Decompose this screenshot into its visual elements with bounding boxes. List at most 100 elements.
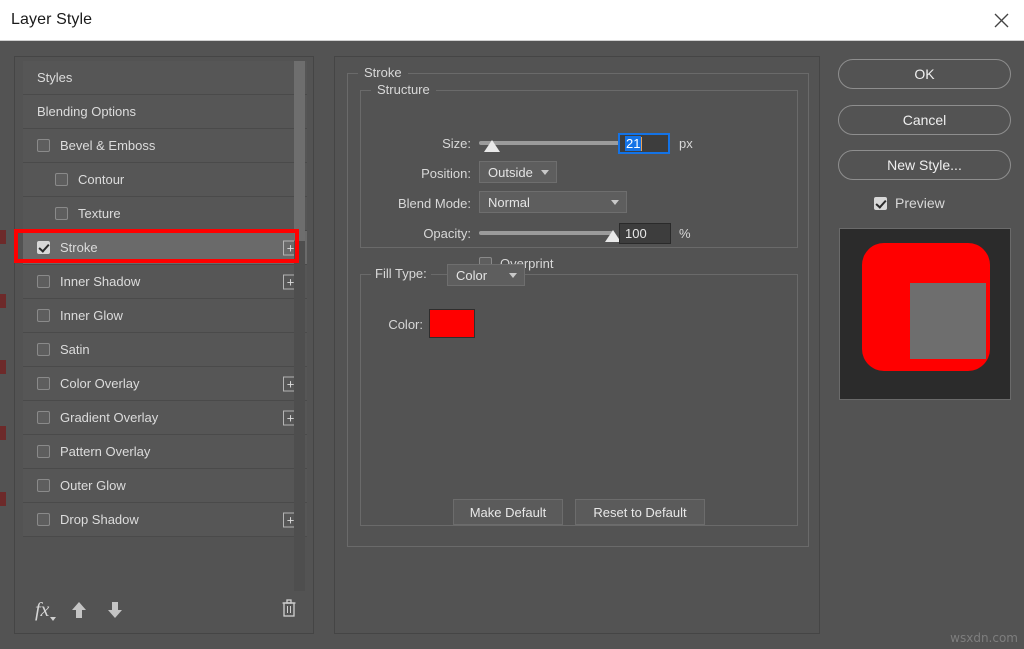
preview-thumbnail [839,228,1011,400]
move-up-button[interactable] [71,601,87,619]
sidebar-item-label: Pattern Overlay [60,444,150,459]
delete-effect-button[interactable] [281,599,297,622]
sidebar-item-label: Inner Shadow [60,274,140,289]
size-input[interactable]: 21 [618,133,670,154]
color-label: Color: [375,317,423,332]
preview-fill-shape [910,283,986,359]
sidebar-scrollbar-track[interactable] [294,61,305,591]
sidebar-item-label: Contour [78,172,124,187]
title-bar: Layer Style [0,0,1024,41]
arrow-down-icon [107,601,123,619]
sidebar-item-blending-options[interactable]: Blending Options [23,95,307,129]
sidebar-item-label: Drop Shadow [60,512,139,527]
sidebar-item-styles[interactable]: Styles [23,61,307,95]
fx-menu-button[interactable]: fx [35,599,49,622]
sidebar-item-satin[interactable]: Satin [23,333,307,367]
fill-type-value: Color [456,268,487,283]
stroke-group: Stroke Structure Size: 21 px Position: O… [347,73,809,547]
size-unit-label: px [679,136,693,151]
effect-checkbox[interactable] [37,343,50,356]
effect-checkbox[interactable] [37,479,50,492]
fx-icon: fx [35,599,49,622]
sidebar-item-inner-glow[interactable]: Inner Glow [23,299,307,333]
ok-button[interactable]: OK [838,59,1011,89]
edge-mark [0,426,6,440]
opacity-input-value: 100 [625,226,647,241]
effect-checkbox[interactable] [37,513,50,526]
effect-checkbox[interactable] [37,377,50,390]
blend-mode-label: Blend Mode: [369,196,471,211]
close-icon[interactable] [978,0,1024,40]
edge-mark [0,360,6,374]
fill-type-label: Fill Type: [375,266,427,281]
effect-checkbox[interactable] [37,309,50,322]
opacity-unit-label: % [679,226,691,241]
sidebar-item-label: Outer Glow [60,478,126,493]
chevron-down-icon [611,200,619,205]
opacity-label: Opacity: [391,226,471,241]
sidebar-item-bevel-emboss[interactable]: Bevel & Emboss [23,129,307,163]
size-slider-track[interactable] [479,141,627,145]
effect-checkbox[interactable] [37,275,50,288]
sidebar-item-color-overlay[interactable]: Color Overlay+ [23,367,307,401]
fill-type-title-wrap: Fill Type: [371,266,431,281]
sidebar-item-outer-glow[interactable]: Outer Glow [23,469,307,503]
sidebar-scrollbar-thumb[interactable] [294,61,305,241]
preview-checkbox[interactable] [874,197,887,210]
blend-mode-value: Normal [488,195,530,210]
sidebar-item-label: Gradient Overlay [60,410,158,425]
page-title: Layer Style [11,11,92,29]
preview-label: Preview [895,195,945,211]
fill-type-group: Fill Type: Color Color: [360,274,798,526]
make-default-button[interactable]: Make Default [453,499,563,525]
position-dropdown[interactable]: Outside [479,161,557,183]
watermark: wsxdn.com [950,631,1018,645]
sidebar-item-texture[interactable]: Texture [23,197,307,231]
sidebar-item-label: Styles [37,70,72,85]
effect-checkbox[interactable] [37,411,50,424]
chevron-down-icon [509,273,517,278]
stroke-group-title: Stroke [358,65,408,80]
styles-list[interactable]: Styles Blending Options Bevel & Emboss Cont… [23,61,307,591]
opacity-input[interactable]: 100 [619,223,671,244]
chevron-down-icon [541,170,549,175]
sidebar-item-drop-shadow[interactable]: Drop Shadow+ [23,503,307,537]
effect-checkbox[interactable] [55,173,68,186]
blend-mode-dropdown[interactable]: Normal [479,191,627,213]
sidebar-item-label: Inner Glow [60,308,123,323]
arrow-up-icon [71,601,87,619]
effect-checkbox[interactable] [37,139,50,152]
new-style-button[interactable]: New Style... [838,150,1011,180]
fill-type-dropdown[interactable]: Color [447,264,525,286]
reset-to-default-button[interactable]: Reset to Default [575,499,705,525]
sidebar-item-label: Texture [78,206,121,221]
preview-row: Preview [874,195,945,211]
sidebar-item-label: Stroke [60,240,98,255]
opacity-slider-track[interactable] [479,231,613,235]
edge-mark [0,294,6,308]
sidebar-item-label: Color Overlay [60,376,139,391]
edge-mark [0,492,6,506]
effect-checkbox[interactable] [55,207,68,220]
sidebar-item-stroke[interactable]: Stroke+ [23,231,307,265]
position-value: Outside [488,165,533,180]
size-input-value: 21 [625,136,641,151]
sidebar-item-contour[interactable]: Contour [23,163,307,197]
effect-checkbox[interactable] [37,241,50,254]
size-slider-thumb[interactable] [484,140,500,152]
sidebar-item-label: Bevel & Emboss [60,138,155,153]
preview-stroke-shape [862,243,990,371]
sidebar-item-pattern-overlay[interactable]: Pattern Overlay [23,435,307,469]
sidebar-item-label: Satin [60,342,90,357]
stroke-settings-panel: Stroke Structure Size: 21 px Position: O… [334,56,820,634]
size-label: Size: [401,136,471,151]
sidebar-item-gradient-overlay[interactable]: Gradient Overlay+ [23,401,307,435]
sidebar-toolbar: fx [23,593,307,627]
position-label: Position: [391,166,471,181]
styles-sidebar: Styles Blending Options Bevel & Emboss Cont… [14,56,314,634]
cancel-button[interactable]: Cancel [838,105,1011,135]
move-down-button[interactable] [107,601,123,619]
effect-checkbox[interactable] [37,445,50,458]
stroke-color-swatch[interactable] [429,309,475,338]
sidebar-item-inner-shadow[interactable]: Inner Shadow+ [23,265,307,299]
